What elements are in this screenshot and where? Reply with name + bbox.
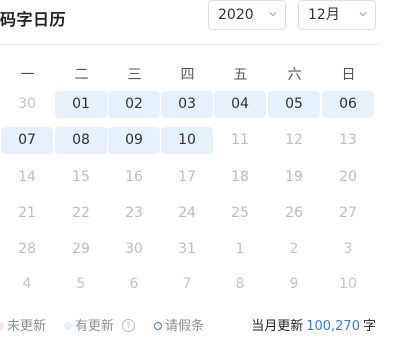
day-cell[interactable]: 06: [322, 91, 374, 118]
weekday-label: 五: [233, 67, 248, 83]
day-cell[interactable]: 30: [108, 236, 160, 263]
weekday-label: 一: [20, 67, 35, 83]
day-cell[interactable]: 11: [214, 127, 266, 154]
legend-not-updated-label: 未更新: [7, 319, 47, 334]
day-cell[interactable]: 14: [1, 164, 53, 191]
weekday-label: 四: [180, 67, 195, 83]
day-cell: 4: [22, 276, 32, 292]
day-cell[interactable]: 21: [1, 200, 53, 227]
day-cell: 1: [235, 241, 245, 257]
leave-ring-icon: [154, 321, 162, 330]
day-cell: 2: [289, 241, 299, 257]
day-cell[interactable]: 05: [268, 91, 320, 118]
day-cell[interactable]: 03: [161, 91, 213, 118]
not-updated-dot-icon: [0, 321, 4, 330]
day-cell[interactable]: 22: [55, 200, 107, 227]
monthly-summary: 当月更新 100,270 字: [251, 318, 376, 336]
legend-leave-label: 请假条: [165, 319, 205, 334]
question-icon[interactable]: ?: [122, 319, 136, 332]
day-cell[interactable]: 02: [108, 91, 160, 118]
day-cell: 6: [129, 276, 139, 292]
day-cell[interactable]: 09: [108, 127, 160, 154]
day-cell[interactable]: 01: [55, 91, 107, 118]
day-cell[interactable]: 31: [161, 236, 213, 263]
day-cell[interactable]: 18: [214, 164, 266, 191]
chevron-down-icon: [269, 12, 277, 17]
weekday-label: 日: [341, 67, 356, 83]
summary-prefix: 当月更新: [251, 319, 304, 334]
day-cell: 5: [76, 276, 86, 292]
weekday-header: 一二三四五六日: [0, 62, 376, 88]
day-cell[interactable]: 24: [161, 200, 213, 227]
legend-updated-label: 有更新: [75, 319, 115, 334]
day-cell[interactable]: 13: [322, 127, 374, 154]
day-cell: 3: [343, 241, 353, 257]
day-cell: 30: [18, 96, 36, 112]
day-cell: 10: [339, 276, 357, 292]
summary-count: 100,270: [306, 319, 360, 334]
summary-unit: 字: [362, 319, 376, 334]
calendar-header: 码字日历 2020 12月: [0, 0, 380, 45]
legend-not-updated: 未更新: [0, 318, 46, 336]
weekday-label: 三: [127, 67, 142, 83]
day-cell[interactable]: 26: [268, 200, 320, 227]
weekday-label: 二: [74, 67, 89, 83]
day-cell[interactable]: 08: [55, 127, 107, 154]
day-cell[interactable]: 29: [55, 236, 107, 263]
chevron-down-icon: [359, 12, 367, 17]
day-cell[interactable]: 12: [268, 127, 320, 154]
calendar-grid: 30 01 02 03 04 05 06 07 08 09 10 11 12 13 14 15 16 17 18 19…: [0, 91, 380, 307]
day-cell[interactable]: 28: [1, 236, 53, 263]
day-cell[interactable]: 16: [108, 164, 160, 191]
page-title: 码字日历: [0, 10, 67, 29]
day-cell[interactable]: 20: [322, 164, 374, 191]
day-cell[interactable]: 04: [214, 91, 266, 118]
year-select[interactable]: 2020: [208, 0, 286, 30]
day-cell[interactable]: 15: [55, 164, 107, 191]
day-cell[interactable]: 25: [214, 200, 266, 227]
legend-updated: 有更新?: [64, 318, 136, 336]
weekday-label: 六: [287, 67, 302, 83]
month-select[interactable]: 12月: [298, 0, 376, 30]
day-cell[interactable]: 27: [322, 200, 374, 227]
day-cell: 8: [235, 276, 245, 292]
day-cell[interactable]: 19: [268, 164, 320, 191]
day-cell: 9: [289, 276, 299, 292]
legend-leave[interactable]: 请假条: [154, 318, 204, 336]
day-cell: 7: [182, 276, 192, 292]
day-cell[interactable]: 07: [1, 127, 53, 154]
month-select-value: 12月: [308, 7, 340, 23]
year-select-value: 2020: [218, 7, 254, 23]
day-cell[interactable]: 23: [108, 200, 160, 227]
day-cell[interactable]: 10: [161, 127, 213, 154]
day-cell[interactable]: 17: [161, 164, 213, 191]
updated-dot-icon: [64, 321, 72, 330]
